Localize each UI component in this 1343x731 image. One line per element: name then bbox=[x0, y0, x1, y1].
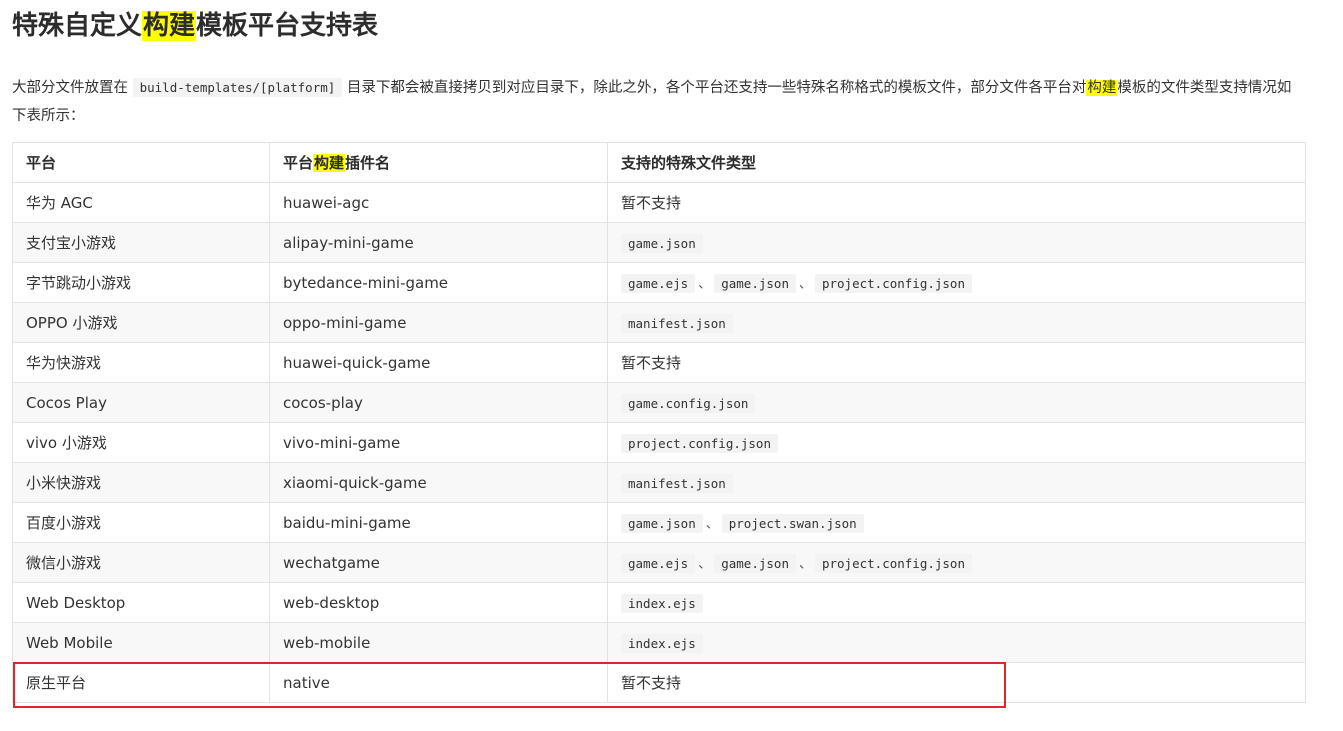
cell-platform: 小米快游戏 bbox=[12, 462, 270, 503]
cell-plugin: bytedance-mini-game bbox=[269, 262, 608, 303]
cell-plugin: oppo-mini-game bbox=[269, 302, 608, 343]
file-type-code: project.config.json bbox=[814, 274, 972, 293]
cell-platform: vivo 小游戏 bbox=[12, 422, 270, 463]
cell-plugin: huawei-agc bbox=[269, 182, 608, 223]
cell-plugin: baidu-mini-game bbox=[269, 502, 608, 543]
cell-plugin: cocos-play bbox=[269, 382, 608, 423]
title-after: 模板平台支持表 bbox=[196, 11, 379, 41]
table-body: 华为 AGC huawei-agc 暂不支持 支付宝小游戏 alipay-mini-ga… bbox=[12, 182, 1306, 703]
table-row: 小米快游戏 xiaomi-quick-game manifest.json bbox=[12, 462, 1306, 503]
table-header-row: 平台 平台构建插件名 支持的特殊文件类型 bbox=[12, 142, 1306, 183]
cell-plugin: xiaomi-quick-game bbox=[269, 462, 608, 503]
cell-files: game.ejs、 game.json、 project.config.json bbox=[607, 542, 1306, 583]
file-type-code: index.ejs bbox=[621, 633, 703, 653]
file-type-code: project.config.json bbox=[814, 554, 972, 573]
cell-plugin: vivo-mini-game bbox=[269, 422, 608, 463]
table-row: 华为快游戏 huawei-quick-game 暂不支持 bbox=[12, 342, 1306, 383]
file-type-code: project.config.json bbox=[621, 433, 778, 453]
table-row: vivo 小游戏 vivo-mini-game project.config.jso… bbox=[12, 422, 1306, 463]
unsupported-text: 暂不支持 bbox=[621, 354, 682, 372]
intro-code-path: build-templates/[platform] bbox=[132, 78, 343, 97]
table-row: Web Desktop web-desktop index.ejs bbox=[12, 582, 1306, 623]
cell-platform: OPPO 小游戏 bbox=[12, 302, 270, 343]
cell-files: manifest.json bbox=[607, 302, 1306, 343]
cell-files: index.ejs bbox=[607, 582, 1306, 623]
cell-files: game.json、 project.swan.json bbox=[607, 502, 1306, 543]
cell-files: manifest.json bbox=[607, 462, 1306, 503]
page-title: 特殊自定义构建模板平台支持表 bbox=[12, 6, 378, 46]
intro-text-1: 大部分文件放置在 bbox=[12, 80, 128, 96]
file-type-code: game.config.json bbox=[621, 393, 756, 413]
table-row: 微信小游戏 wechatgame game.ejs、 game.json、 projec… bbox=[12, 542, 1306, 583]
file-separator: 、 bbox=[698, 277, 712, 292]
header-plugin-highlight: 构建 bbox=[313, 154, 346, 172]
file-separator: 、 bbox=[798, 277, 812, 292]
header-plugin-after: 插件名 bbox=[345, 154, 391, 172]
doc-page: 特殊自定义构建模板平台支持表 大部分文件放置在 build-templates/… bbox=[0, 0, 1343, 731]
cell-files: game.json bbox=[607, 222, 1306, 263]
platform-support-table: 平台 平台构建插件名 支持的特殊文件类型 华为 AGC huawei-agc 暂不支… bbox=[12, 142, 1306, 703]
cell-platform: Cocos Play bbox=[12, 382, 270, 423]
cell-platform: 字节跳动小游戏 bbox=[12, 262, 270, 303]
cell-platform: 原生平台 bbox=[12, 662, 270, 703]
file-separator: 、 bbox=[698, 557, 712, 572]
cell-plugin: alipay-mini-game bbox=[269, 222, 608, 263]
file-type-code: game.json bbox=[621, 233, 703, 253]
cell-platform: 华为快游戏 bbox=[12, 342, 270, 383]
cell-platform: 百度小游戏 bbox=[12, 502, 270, 543]
cell-platform: 华为 AGC bbox=[12, 182, 270, 223]
cell-files: index.ejs bbox=[607, 622, 1306, 663]
cell-platform: 支付宝小游戏 bbox=[12, 222, 270, 263]
title-before: 特殊自定义 bbox=[12, 11, 143, 41]
cell-platform: Web Mobile bbox=[12, 622, 270, 663]
cell-plugin: wechatgame bbox=[269, 542, 608, 583]
file-type-code: manifest.json bbox=[621, 313, 733, 333]
intro-highlight: 构建 bbox=[1086, 80, 1118, 96]
table-row: 字节跳动小游戏 bytedance-mini-game game.ejs、 game.… bbox=[12, 262, 1306, 303]
cell-platform: 微信小游戏 bbox=[12, 542, 270, 583]
cell-files: project.config.json bbox=[607, 422, 1306, 463]
file-type-code: project.swan.json bbox=[721, 514, 864, 533]
cell-files: 暂不支持 bbox=[607, 342, 1306, 383]
cell-plugin: web-mobile bbox=[269, 622, 608, 663]
cell-files: game.ejs、 game.json、 project.config.json bbox=[607, 262, 1306, 303]
cell-files: 暂不支持 bbox=[607, 662, 1306, 703]
title-highlight: 构建 bbox=[142, 11, 197, 41]
header-platform: 平台 bbox=[12, 142, 270, 183]
table-row: 华为 AGC huawei-agc 暂不支持 bbox=[12, 182, 1306, 223]
intro-text-2: 目录下都会被直接拷贝到对应目录下，除此之外，各个平台还支持一些特殊名称格式的模板… bbox=[346, 80, 1087, 96]
table-row: 支付宝小游戏 alipay-mini-game game.json bbox=[12, 222, 1306, 263]
cell-platform: Web Desktop bbox=[12, 582, 270, 623]
unsupported-text: 暂不支持 bbox=[621, 674, 682, 692]
table-row: 百度小游戏 baidu-mini-game game.json、 project.sw… bbox=[12, 502, 1306, 543]
file-type-code: manifest.json bbox=[621, 473, 733, 493]
unsupported-text: 暂不支持 bbox=[621, 194, 682, 212]
header-plugin-before: 平台 bbox=[283, 154, 314, 172]
header-files: 支持的特殊文件类型 bbox=[607, 142, 1306, 183]
file-type-code: game.json bbox=[714, 274, 796, 293]
file-type-code: index.ejs bbox=[621, 593, 703, 613]
intro-paragraph: 大部分文件放置在 build-templates/[platform] 目录下都… bbox=[12, 74, 1302, 130]
cell-plugin: native bbox=[269, 662, 608, 703]
cell-files: 暂不支持 bbox=[607, 182, 1306, 223]
file-separator: 、 bbox=[798, 557, 812, 572]
table-row: Cocos Play cocos-play game.config.json bbox=[12, 382, 1306, 423]
file-separator: 、 bbox=[705, 517, 719, 532]
table-row: OPPO 小游戏 oppo-mini-game manifest.json bbox=[12, 302, 1306, 343]
table-row: Web Mobile web-mobile index.ejs bbox=[12, 622, 1306, 663]
file-type-code: game.ejs bbox=[621, 274, 696, 293]
cell-files: game.config.json bbox=[607, 382, 1306, 423]
file-type-code: game.json bbox=[621, 514, 703, 533]
file-type-code: game.ejs bbox=[621, 554, 696, 573]
cell-plugin: huawei-quick-game bbox=[269, 342, 608, 383]
cell-plugin: web-desktop bbox=[269, 582, 608, 623]
table-row: 原生平台 native 暂不支持 bbox=[12, 662, 1306, 703]
header-plugin: 平台构建插件名 bbox=[269, 142, 608, 183]
file-type-code: game.json bbox=[714, 554, 796, 573]
